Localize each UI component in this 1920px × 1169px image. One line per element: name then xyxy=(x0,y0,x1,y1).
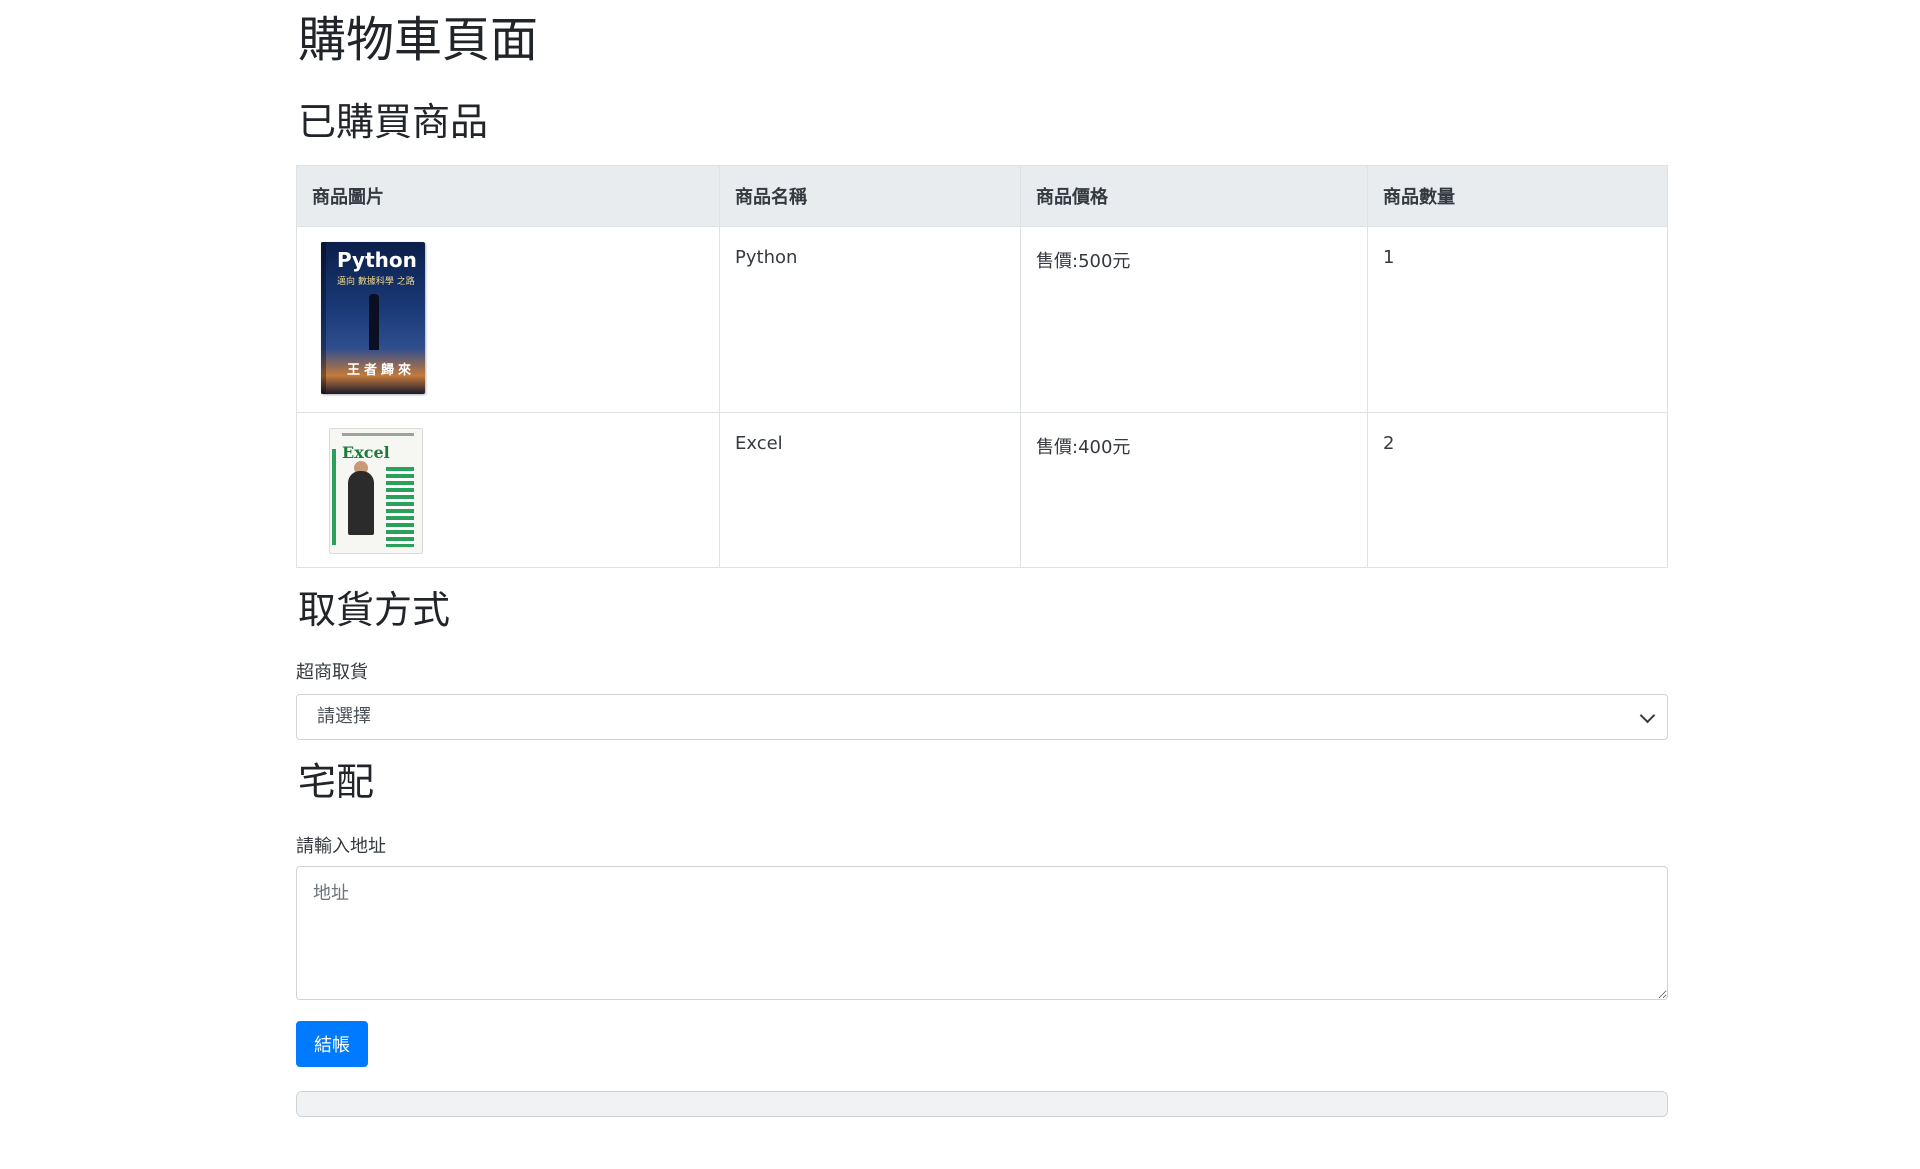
store-pickup-select[interactable]: 請選擇 xyxy=(296,694,1668,740)
address-label: 請輸入地址 xyxy=(296,836,386,857)
store-pickup-select-value: 請選擇 xyxy=(317,706,371,727)
cover-subtitle: 邁向 數據科學 之路 xyxy=(337,277,415,287)
product-price: 售價:500元 xyxy=(1020,226,1368,413)
book-spine xyxy=(321,242,326,394)
checkout-button[interactable]: 結帳 xyxy=(296,1021,368,1067)
purchased-items-heading: 已購買商品 xyxy=(298,100,489,144)
column-header-price: 商品價格 xyxy=(1020,165,1368,227)
cover-title: Python xyxy=(337,248,417,272)
cover-person-body xyxy=(348,471,374,535)
column-header-name: 商品名稱 xyxy=(719,165,1021,227)
home-delivery-heading: 宅配 xyxy=(298,760,375,804)
cover-top-line xyxy=(342,433,414,436)
table-header-row: 商品圖片 商品名稱 商品價格 商品數量 xyxy=(296,165,1668,227)
product-price: 售價:400元 xyxy=(1020,412,1368,568)
column-header-image: 商品圖片 xyxy=(296,165,720,227)
table-row: Excel Excel 售價:400元 2 xyxy=(296,412,1668,568)
cart-table: 商品圖片 商品名稱 商品價格 商品數量 Python 邁向 數據科學 之路 王者… xyxy=(296,165,1668,568)
excel-book-cover-image: Excel xyxy=(329,428,423,554)
pickup-method-heading: 取貨方式 xyxy=(298,588,451,632)
progress-bar xyxy=(296,1091,1668,1117)
python-book-cover-image: Python 邁向 數據科學 之路 王者歸來 xyxy=(321,242,425,394)
address-input[interactable] xyxy=(296,866,1668,1000)
store-pickup-label: 超商取貨 xyxy=(296,662,368,683)
page-title: 購物車頁面 xyxy=(298,12,539,68)
column-header-quantity: 商品數量 xyxy=(1367,165,1668,227)
cover-side-stripe xyxy=(332,449,336,545)
product-image-cell: Excel xyxy=(296,412,720,568)
cover-feature-list xyxy=(386,467,414,547)
cover-figure xyxy=(369,294,379,350)
product-image-cell: Python 邁向 數據科學 之路 王者歸來 xyxy=(296,226,720,413)
product-quantity: 1 xyxy=(1367,226,1668,413)
chevron-down-icon xyxy=(1639,707,1656,724)
table-row: Python 邁向 數據科學 之路 王者歸來 Python 售價:500元 1 xyxy=(296,226,1668,413)
cover-bottom-text: 王者歸來 xyxy=(347,363,416,378)
product-name: Excel xyxy=(719,412,1021,568)
product-name: Python xyxy=(719,226,1021,413)
cover-title: Excel xyxy=(342,443,390,462)
product-quantity: 2 xyxy=(1367,412,1668,568)
